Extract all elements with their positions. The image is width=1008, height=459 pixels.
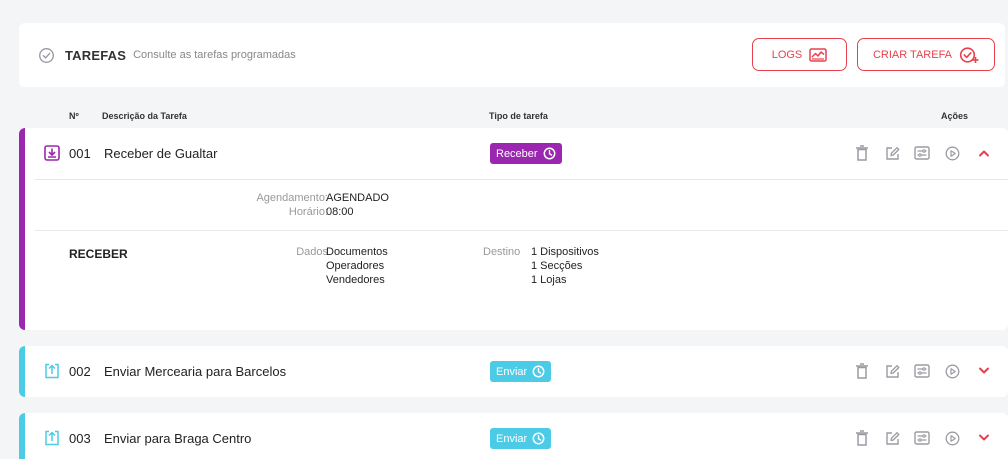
trash-icon (856, 430, 868, 446)
task-type-badge: Enviar (490, 361, 552, 382)
task-type-badge: Receber (490, 143, 562, 164)
task-actions (853, 362, 993, 380)
clock-icon (543, 147, 556, 160)
edit-button[interactable] (883, 144, 901, 162)
col-header-tipo: Tipo de tarefa (489, 111, 548, 121)
destino-item: 1 Dispositivos (531, 246, 599, 258)
delete-button[interactable] (853, 144, 871, 162)
task-row[interactable]: 002 Enviar Mercearia para Barcelos Envia… (25, 346, 1008, 397)
edit-button[interactable] (883, 362, 901, 380)
collapse-button[interactable] (975, 144, 993, 162)
dados-item: Documentos (326, 246, 388, 258)
task-type-badge: Enviar (490, 428, 552, 449)
clock-icon (532, 432, 545, 445)
col-header-desc: Descrição da Tarefa (102, 111, 187, 121)
page-subtitle: Consulte as tarefas programadas (133, 49, 296, 61)
task-card: 001 Receber de Gualtar Receber Agendamen… (19, 128, 1008, 330)
run-button[interactable] (943, 144, 961, 162)
logs-button[interactable]: LOGS (752, 38, 847, 71)
expand-button[interactable] (975, 362, 993, 380)
destino-item: 1 Lojas (531, 274, 567, 286)
add-task-icon (959, 46, 979, 63)
horario-value: 08:00 (326, 206, 354, 218)
trash-icon (856, 145, 868, 161)
download-box-icon (44, 145, 60, 161)
chevron-down-icon (979, 367, 989, 374)
edit-button[interactable] (883, 429, 901, 447)
run-button[interactable] (943, 362, 961, 380)
check-circle-icon (39, 47, 54, 63)
edit-icon (885, 431, 899, 445)
delete-button[interactable] (853, 429, 871, 447)
task-description: Enviar para Braga Centro (104, 431, 252, 446)
play-circle-icon (945, 146, 959, 160)
task-actions (853, 429, 993, 447)
destino-item: 1 Secções (531, 260, 583, 272)
task-description: Receber de Gualtar (104, 146, 218, 161)
task-description: Enviar Mercearia para Barcelos (104, 364, 287, 379)
task-card: 003 Enviar para Braga Centro Enviar (19, 413, 1008, 459)
destino-label: Destino (483, 246, 521, 258)
task-actions (853, 144, 993, 162)
page-header: TAREFAS Consulte as tarefas programadas … (19, 23, 1005, 87)
agendamento-label: Agendamento: (256, 192, 328, 204)
task-number: 003 (69, 431, 91, 446)
task-row[interactable]: 003 Enviar para Braga Centro Enviar (25, 413, 1008, 459)
sliders-icon (914, 146, 930, 160)
chevron-down-icon (979, 434, 989, 441)
header-left: TAREFAS Consulte as tarefas programadas (38, 23, 296, 87)
task-config-details: RECEBER Dados Documentos Operadores Vend… (25, 231, 1008, 330)
criar-tarefa-button[interactable]: CRIAR TAREFA (857, 38, 995, 71)
horario-label: Horário: (288, 206, 328, 218)
dados-label: Dados (296, 246, 328, 258)
task-card: 002 Enviar Mercearia para Barcelos Envia… (19, 346, 1008, 397)
task-type-label: Receber (496, 147, 538, 160)
sliders-icon (914, 364, 930, 378)
dados-item: Operadores (326, 260, 385, 272)
play-circle-icon (945, 364, 959, 378)
settings-button[interactable] (913, 429, 931, 447)
edit-icon (885, 364, 899, 378)
trash-icon (856, 363, 868, 379)
col-header-num: Nº (69, 111, 79, 121)
task-type-label: Enviar (496, 432, 528, 445)
chart-icon (809, 47, 828, 62)
clock-icon (532, 365, 545, 378)
settings-button[interactable] (913, 144, 931, 162)
run-button[interactable] (943, 429, 961, 447)
page-title: TAREFAS (65, 47, 127, 63)
criar-tarefa-label: CRIAR TAREFA (872, 48, 953, 61)
logs-button-label: LOGS (771, 48, 803, 61)
dados-item: Vendedores (326, 274, 385, 286)
agendamento-value: AGENDADO (326, 192, 389, 204)
task-type-label: Enviar (496, 365, 528, 378)
task-section-title: RECEBER (69, 247, 128, 261)
task-number: 001 (69, 146, 91, 161)
task-row[interactable]: 001 Receber de Gualtar Receber (25, 128, 1008, 179)
edit-icon (885, 146, 899, 160)
upload-box-icon (45, 363, 59, 379)
settings-button[interactable] (913, 362, 931, 380)
delete-button[interactable] (853, 362, 871, 380)
col-header-acoes: Ações (941, 111, 969, 121)
expand-button[interactable] (975, 429, 993, 447)
sliders-icon (914, 431, 930, 445)
upload-box-icon (45, 430, 59, 446)
chevron-up-icon (979, 150, 989, 157)
task-number: 002 (69, 364, 91, 379)
schedule-details: Agendamento: AGENDADO Horário: 08:00 (25, 180, 1008, 230)
play-circle-icon (945, 431, 959, 445)
